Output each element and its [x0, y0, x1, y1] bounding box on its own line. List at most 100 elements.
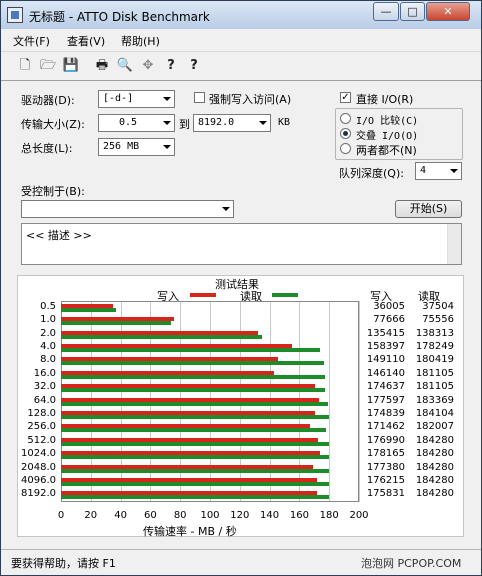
read-value: 37504	[422, 300, 454, 312]
help-icon[interactable]: ?	[162, 57, 180, 75]
menu-file[interactable]: 文件(F)	[13, 33, 50, 49]
write-value: 171462	[366, 421, 405, 433]
write-value: 178165	[366, 448, 405, 460]
transfer-size-label: 传输大小(Z):	[21, 118, 85, 131]
y-tick-label: 8.0	[40, 354, 56, 366]
read-value: 138313	[415, 327, 454, 339]
read-bar	[61, 428, 327, 433]
direct-io-checkbox[interactable]: ✓	[340, 92, 351, 103]
chevron-down-icon	[163, 145, 171, 149]
x-tick-label: 160	[289, 510, 309, 521]
read-value: 182007	[415, 421, 454, 433]
menu-view[interactable]: 查看(V)	[67, 33, 105, 49]
write-value: 135415	[366, 327, 405, 339]
description-text: << 描述 >>	[26, 229, 92, 242]
save-icon[interactable]: 💾	[62, 57, 80, 75]
read-value: 183369	[415, 394, 454, 406]
neither-radio[interactable]	[340, 143, 351, 154]
write-value: 177380	[366, 461, 405, 473]
write-value: 177597	[366, 394, 405, 406]
title-bar[interactable]: 无标题 - ATTO Disk Benchmark — □ ✕	[1, 1, 481, 29]
write-value: 174839	[366, 407, 405, 419]
read-value: 184280	[415, 474, 454, 486]
chevron-down-icon	[259, 121, 267, 125]
x-tick-label: 0	[57, 510, 65, 521]
y-tick-label: 32.0	[33, 381, 56, 393]
write-value: 158397	[366, 340, 405, 352]
read-bar	[61, 374, 325, 379]
y-tick-label: 512.0	[27, 434, 56, 446]
queue-depth-value: 4	[420, 165, 427, 176]
y-tick-label: 16.0	[33, 367, 56, 379]
read-bar	[61, 307, 116, 312]
y-tick-label: 4096.0	[21, 474, 56, 486]
read-bar	[61, 321, 171, 326]
x-tick-label: 120	[230, 510, 250, 521]
print-preview-icon[interactable]: 🔍	[116, 57, 134, 75]
queue-depth-select[interactable]: 4	[415, 162, 462, 180]
direct-io-label: 直接 I/O(R)	[356, 93, 414, 106]
read-bar	[61, 347, 321, 352]
read-value: 184280	[415, 488, 454, 500]
read-value: 184280	[415, 434, 454, 446]
y-tick-label: 8192.0	[21, 488, 56, 500]
read-value: 181105	[415, 367, 454, 379]
io-compare-label: I/O 比较(C)	[356, 116, 419, 127]
read-value: 181105	[415, 381, 454, 393]
x-tick-label: 100	[200, 510, 220, 521]
x-tick-label: 180	[319, 510, 339, 521]
x-tick-label: 140	[260, 510, 280, 521]
read-value: 178249	[415, 340, 454, 352]
total-length-select[interactable]: 256 MB	[98, 138, 175, 156]
status-bar: 要获得帮助，请按 F1 泡泡网 PCPOP.COM	[1, 549, 481, 575]
read-value: 184280	[415, 448, 454, 460]
transfer-to-select[interactable]: 8192.0	[193, 114, 271, 132]
open-folder-icon[interactable]: 🗁	[39, 57, 57, 75]
io-compare-radio[interactable]	[340, 113, 351, 124]
controlled-by-select[interactable]	[21, 200, 234, 218]
description-scrollbar[interactable]	[447, 224, 461, 264]
maximize-button[interactable]: □	[400, 2, 425, 21]
status-help-text: 要获得帮助，请按 F1	[11, 557, 116, 570]
new-file-icon[interactable]: 🗋	[16, 57, 34, 75]
write-value: 146140	[366, 367, 405, 379]
read-value: 184280	[415, 461, 454, 473]
window-title: 无标题 - ATTO Disk Benchmark	[29, 10, 210, 24]
menu-help[interactable]: 帮助(H)	[121, 33, 160, 49]
write-value: 149110	[366, 354, 405, 366]
description-textarea[interactable]: << 描述 >>	[21, 223, 462, 265]
main-panel: 驱动器(D): [-d-] 强制写入访问(A) ✓ 直接 I/O(R) 传输大小…	[1, 81, 481, 549]
minimize-button[interactable]: —	[373, 2, 399, 21]
x-tick-label: 200	[349, 510, 369, 521]
overlapped-io-radio[interactable]	[340, 128, 351, 139]
start-button[interactable]: 开始(S)	[395, 200, 462, 218]
read-bar	[61, 414, 329, 419]
transfer-from-select[interactable]: 0.5	[98, 114, 175, 132]
print-icon[interactable]: 🖶	[93, 57, 111, 75]
y-tick-label: 128.0	[27, 407, 56, 419]
legend-write-swatch	[190, 293, 216, 297]
read-value: 75556	[422, 314, 454, 326]
write-value: 175831	[366, 488, 405, 500]
read-bar	[61, 334, 263, 339]
write-value: 77666	[373, 314, 405, 326]
total-length-value: 256 MB	[103, 141, 140, 152]
y-tick-label: 1.0	[40, 314, 56, 326]
toolbar: 🗋 🗁 💾 🖶 🔍 ✥ ? ?	[1, 52, 481, 81]
y-tick-label: 2.0	[40, 327, 56, 339]
drive-select[interactable]: [-d-]	[98, 90, 175, 108]
read-value: 180419	[415, 354, 454, 366]
context-help-icon[interactable]: ?	[185, 57, 203, 75]
write-value: 176215	[366, 474, 405, 486]
close-button[interactable]: ✕	[426, 2, 470, 21]
read-bar	[61, 361, 324, 366]
chevron-down-icon	[163, 97, 171, 101]
force-write-checkbox[interactable]	[194, 92, 205, 103]
overlapped-io-label: 交叠 I/O(O)	[356, 131, 419, 142]
read-bar	[61, 455, 330, 460]
chevron-down-icon	[222, 207, 230, 211]
move-icon[interactable]: ✥	[139, 57, 157, 75]
x-axis-label: 传输速率 - MB / 秒	[143, 525, 237, 538]
read-bar	[61, 468, 330, 473]
read-bar	[61, 388, 325, 393]
